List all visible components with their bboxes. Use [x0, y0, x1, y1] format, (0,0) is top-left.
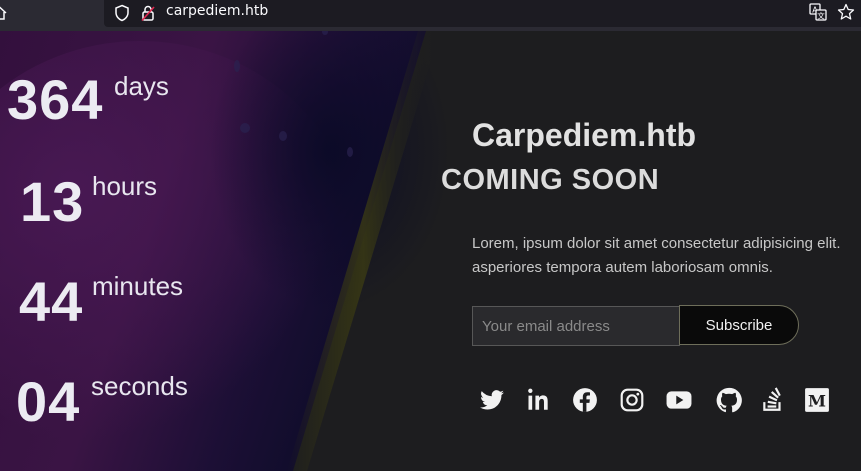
landing-page: 364 days 13 hours 44 minutes 04 seconds …: [0, 31, 861, 471]
facebook-icon[interactable]: [572, 387, 598, 413]
description-line-1: Lorem, ipsum dolor sit amet consectetur …: [472, 235, 841, 252]
coming-soon-heading: COMING SOON: [441, 164, 660, 196]
minutes-value: 44: [19, 270, 84, 333]
linkedin-icon[interactable]: [526, 387, 552, 413]
svg-text:M: M: [808, 392, 826, 411]
svg-text:文: 文: [817, 11, 825, 21]
hours-value: 13: [20, 170, 85, 233]
medium-icon[interactable]: M: [804, 387, 830, 413]
github-icon[interactable]: [716, 387, 742, 413]
site-title: Carpediem.htb: [472, 117, 697, 153]
browser-toolbar: carpediem.htb A 文: [0, 0, 861, 31]
insecure-lock-icon[interactable]: [140, 4, 156, 22]
home-icon[interactable]: [0, 5, 8, 21]
youtube-icon[interactable]: [666, 387, 692, 413]
seconds-label: seconds: [91, 371, 188, 401]
days-label: days: [114, 71, 169, 101]
shield-icon[interactable]: [114, 4, 130, 22]
email-input[interactable]: [472, 306, 680, 346]
days-value: 364: [7, 68, 104, 131]
description-line-2: asperiores tempora autem laboriosam omni…: [472, 259, 773, 276]
instagram-icon[interactable]: [619, 387, 645, 413]
minutes-label: minutes: [92, 271, 184, 301]
twitter-icon[interactable]: [479, 387, 505, 413]
seconds-value: 04: [16, 370, 81, 433]
stack-overflow-icon[interactable]: [760, 387, 786, 413]
hours-label: hours: [92, 171, 158, 201]
bookmark-star-icon[interactable]: [837, 3, 855, 21]
subscribe-button[interactable]: Subscribe: [679, 305, 799, 345]
url-text[interactable]: carpediem.htb: [166, 3, 268, 19]
description: Lorem, ipsum dolor sit amet consectetur …: [472, 232, 861, 280]
translate-icon[interactable]: A 文: [809, 3, 827, 21]
address-bar[interactable]: carpediem.htb A 文: [104, 0, 861, 27]
